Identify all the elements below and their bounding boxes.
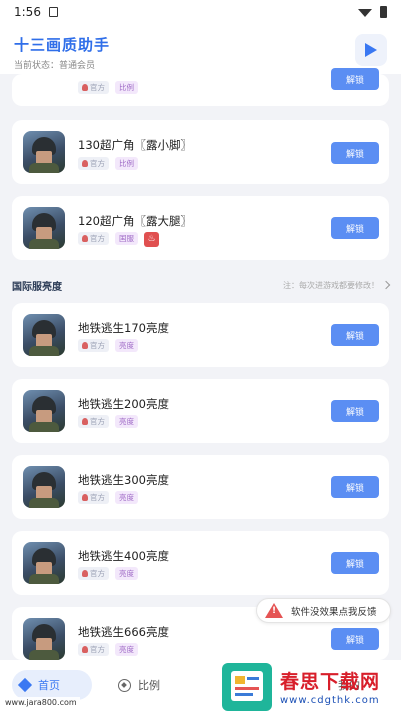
tag-brightness: 亮度 — [115, 643, 138, 656]
tag-official: 官方 — [78, 232, 109, 245]
home-icon — [17, 677, 33, 693]
chevron-right-icon[interactable] — [381, 280, 391, 290]
tag-ratio: 比例 — [115, 157, 138, 170]
sim-icon — [48, 7, 58, 17]
section-note: 注：每次进游戏都要修改！ — [283, 280, 379, 290]
unlock-button[interactable]: 解锁 — [331, 142, 379, 164]
watermark-title: 春思下载网 — [280, 671, 381, 693]
official-icon — [82, 418, 88, 425]
tag-row: 官方 比例 — [78, 157, 138, 170]
item-name: 地铁逃生200亮度 — [78, 397, 169, 411]
item-name: 地铁逃生400亮度 — [78, 549, 169, 563]
feedback-label: 软件没效果点我反馈 — [291, 606, 377, 618]
official-icon — [82, 646, 88, 653]
tag-intl: 国服 — [115, 232, 138, 245]
watermark-left: www.jara800.com — [2, 697, 80, 708]
nav-home-label: 首页 — [38, 679, 60, 692]
game-thumbnail — [23, 618, 65, 660]
battery-icon — [380, 6, 387, 18]
list-item: 地铁逃生400亮度 官方 亮度 解锁 — [12, 531, 389, 595]
tag-official: 官方 — [78, 339, 109, 352]
list-item: 地铁逃生170亮度 官方 亮度 解锁 — [12, 303, 389, 367]
warning-icon — [265, 603, 283, 618]
list-item: 120超广角〖露大腿〗 官方 国服 ♨ 解锁 — [12, 196, 389, 260]
watermark-logo — [222, 662, 272, 711]
list-item: 地铁逃生200亮度 官方 亮度 解锁 — [12, 379, 389, 443]
unlock-button[interactable]: 解锁 — [331, 476, 379, 498]
game-thumbnail — [23, 131, 65, 173]
official-icon — [82, 342, 88, 349]
official-icon — [82, 235, 88, 242]
item-name: 地铁逃生666亮度 — [78, 625, 169, 639]
tag-official: 官方 — [78, 643, 109, 656]
official-icon — [82, 84, 88, 91]
tag-official: 官方 — [78, 415, 109, 428]
unlock-button[interactable]: 解锁 — [331, 400, 379, 422]
tag-official: 官方 — [78, 81, 109, 94]
tag-official: 官方 — [78, 567, 109, 580]
unlock-button[interactable]: 解锁 — [331, 217, 379, 239]
unlock-button[interactable]: 解锁 — [331, 628, 379, 650]
watermark-url: www.cdgthk.com — [280, 695, 380, 706]
list-item: 官方 比例 解锁 — [12, 68, 389, 106]
game-thumbnail — [23, 466, 65, 508]
tag-row: 官方 比例 — [78, 81, 138, 94]
official-icon — [82, 570, 88, 577]
section-header: 国际服亮度 注：每次进游戏都要修改！ — [12, 278, 391, 293]
tag-brightness: 亮度 — [115, 415, 138, 428]
app-header: 十三画质助手 当前状态：普通会员 — [0, 24, 401, 74]
item-name: 地铁逃生300亮度 — [78, 473, 169, 487]
list-item: 130超广角〖露小脚〗 官方 比例 解锁 — [12, 120, 389, 184]
compass-icon — [118, 678, 131, 692]
tag-row: 官方 亮度 — [78, 339, 138, 352]
tag-row: 官方 亮度 — [78, 643, 138, 656]
nav-ratio-label: 比例 — [138, 679, 160, 692]
game-thumbnail — [23, 542, 65, 584]
status-time: 1:56 — [14, 5, 41, 19]
section-title: 国际服亮度 — [12, 281, 62, 293]
wifi-icon — [358, 9, 372, 17]
tag-brightness: 亮度 — [115, 339, 138, 352]
tag-brightness: 亮度 — [115, 567, 138, 580]
official-icon — [82, 160, 88, 167]
tag-brightness: 亮度 — [115, 491, 138, 504]
tag-row: 官方 亮度 — [78, 567, 138, 580]
tag-row: 官方 亮度 — [78, 491, 138, 504]
app-title: 十三画质助手 — [14, 36, 111, 54]
play-button[interactable] — [355, 34, 387, 66]
nav-ratio[interactable]: 比例 — [118, 677, 160, 693]
game-thumbnail — [23, 207, 65, 249]
tag-ratio: 比例 — [115, 81, 138, 94]
tag-official: 官方 — [78, 157, 109, 170]
unlock-button[interactable]: 解锁 — [331, 324, 379, 346]
game-thumbnail — [23, 390, 65, 432]
tag-row: 官方 亮度 — [78, 415, 138, 428]
unlock-button[interactable]: 解锁 — [331, 68, 379, 90]
play-icon — [365, 43, 377, 57]
tag-row: 官方 国服 ♨ — [78, 232, 159, 247]
status-bar: 1:56 — [0, 0, 401, 24]
unlock-button[interactable]: 解锁 — [331, 552, 379, 574]
nav-home[interactable]: 首页 — [12, 670, 92, 700]
watermark-right: 春思下载网 www.cdgthk.com — [222, 660, 401, 713]
tag-official: 官方 — [78, 491, 109, 504]
item-name: 地铁逃生170亮度 — [78, 321, 169, 335]
item-name: 130超广角〖露小脚〗 — [78, 138, 192, 152]
list-item: 地铁逃生300亮度 官方 亮度 解锁 — [12, 455, 389, 519]
game-thumbnail — [23, 314, 65, 356]
feedback-button[interactable]: 软件没效果点我反馈 — [256, 598, 391, 623]
fire-icon: ♨ — [144, 232, 159, 247]
official-icon — [82, 494, 88, 501]
item-name: 120超广角〖露大腿〗 — [78, 214, 192, 228]
